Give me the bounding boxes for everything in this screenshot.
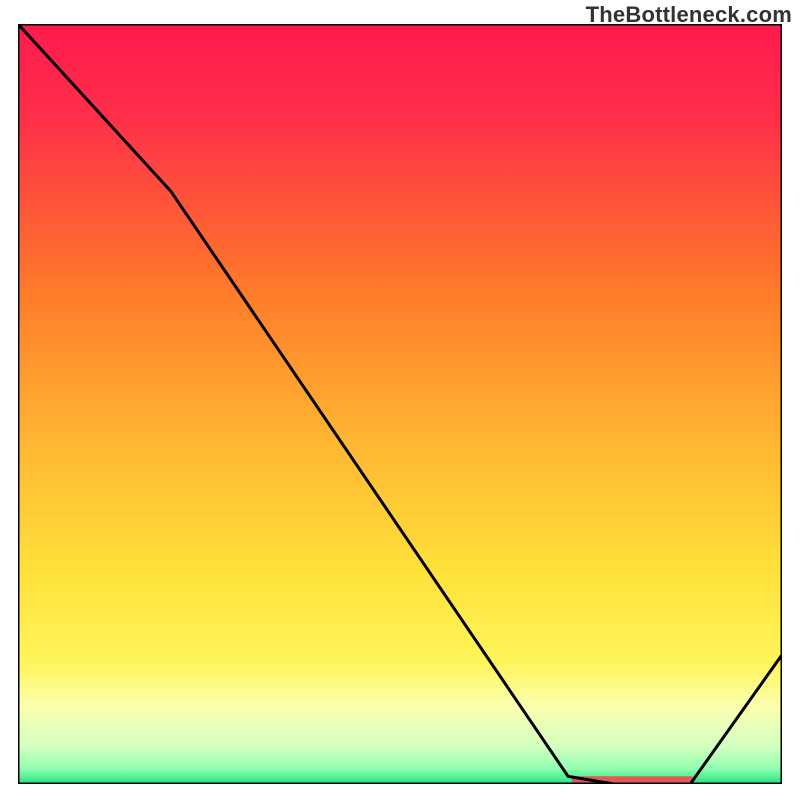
chart-svg <box>18 24 782 784</box>
bottleneck-chart <box>18 24 782 784</box>
chart-background <box>18 24 782 784</box>
